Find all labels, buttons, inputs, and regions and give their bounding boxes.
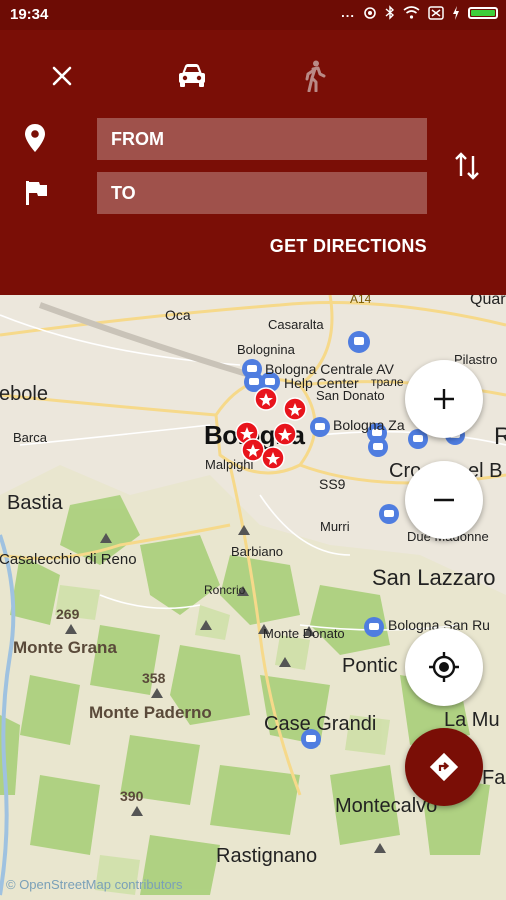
zoom-out-button[interactable] [405,461,483,539]
battery-icon [468,6,498,19]
directions-icon [429,752,459,782]
walk-icon [305,60,326,92]
from-input[interactable] [109,128,413,151]
swap-vertical-icon [455,152,479,180]
wifi-icon [403,6,420,19]
minus-icon [434,498,454,502]
swap-button[interactable] [452,150,482,182]
directions-fab-button[interactable] [405,728,483,806]
close-button[interactable] [42,58,82,94]
get-directions-button[interactable]: GET DIRECTIONS [270,236,427,257]
to-field[interactable] [97,172,427,214]
status-time: 19:34 [10,6,49,23]
close-icon [52,66,72,86]
sync-icon [364,6,376,19]
to-input[interactable] [109,182,413,205]
status-icons: ... [341,5,498,20]
map-attribution[interactable]: © OpenStreetMap contributors [6,877,183,892]
my-location-button[interactable] [405,628,483,706]
crosshair-icon [429,652,459,682]
map-view[interactable]: Oca Casaralta Bolognina Pilastro Quar A1… [0,295,506,900]
destination-flag-icon [26,181,47,205]
more-dots-icon: ... [341,5,355,20]
plus-icon [434,389,454,409]
no-sim-icon [428,5,444,20]
status-bar: 19:34 ... [0,0,506,30]
charging-icon [453,5,459,20]
bluetooth-icon [385,5,395,20]
car-mode-button[interactable] [172,58,212,94]
zoom-in-button[interactable] [405,360,483,438]
from-field[interactable] [97,118,427,160]
car-icon [179,64,205,87]
directions-header: GET DIRECTIONS [0,30,506,295]
walk-mode-button[interactable] [295,58,335,94]
origin-pin-icon [25,124,45,152]
